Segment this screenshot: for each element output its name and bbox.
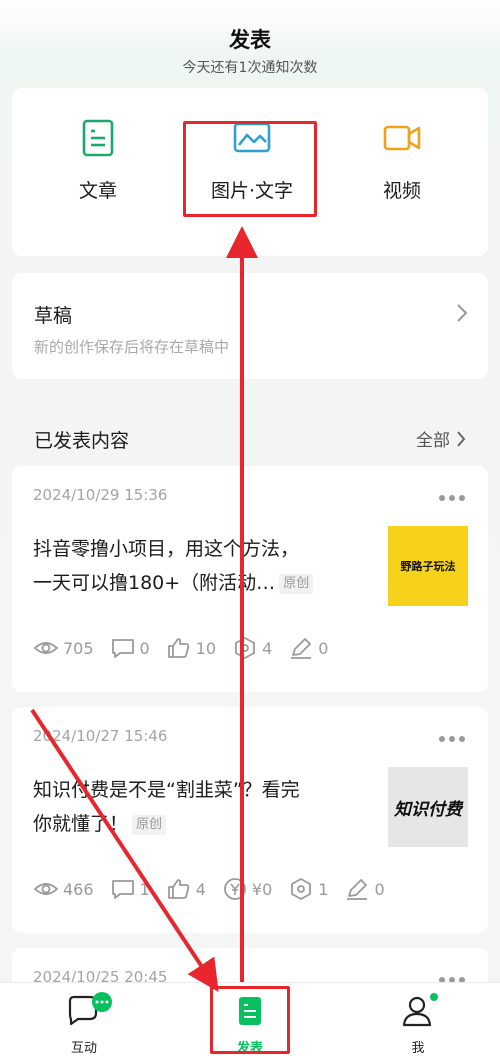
share-icon	[291, 877, 312, 901]
comments-stat: 0	[110, 636, 150, 660]
likes-count: 10	[195, 638, 217, 658]
publish-article-label: 文章	[78, 180, 117, 202]
nav-item-me[interactable]: 我	[378, 991, 458, 1056]
post-title: 抖音零撸小项目，用这个方法， 一天可以撸180+（附活动… 原创	[33, 532, 368, 600]
views-stat: 705	[33, 636, 94, 660]
post-title-line1: 知识付费是不是“割韭菜”？看完	[33, 779, 300, 801]
edits-count: 0	[318, 638, 329, 658]
comment-icon	[111, 880, 134, 899]
post-thumbnail: 知识付费	[388, 767, 468, 847]
chat-icon	[68, 992, 112, 1026]
views-stat: 466	[33, 877, 94, 901]
post-card[interactable]: 2024/10/29 15:36 抖音零撸小项目，用这个方法， 一天可以撸180…	[12, 466, 488, 692]
comments-count: 1	[139, 879, 150, 899]
post-date: 2024/10/29 15:36	[33, 486, 168, 504]
drafts-card[interactable]: 草稿 新的创作保存后将存在草稿中	[12, 273, 488, 379]
chevron-right-icon	[457, 430, 466, 447]
post-date: 2024/10/27 15:46	[33, 727, 168, 745]
comments-stat: 1	[110, 877, 150, 901]
user-icon	[402, 993, 438, 1027]
likes-stat: 4	[166, 877, 206, 901]
edits-count: 0	[374, 879, 385, 899]
nav-interaction-label: 互动	[70, 1041, 97, 1056]
thumbnail-text: 知识付费	[394, 799, 462, 820]
thumbs-up-icon	[167, 879, 189, 899]
chevron-right-icon	[457, 304, 468, 322]
income-amount: ¥0	[251, 879, 273, 899]
publish-article-button[interactable]: 文章	[38, 118, 158, 203]
thumbs-up-icon	[167, 638, 189, 658]
post-card[interactable]: 2024/10/27 15:46 知识付费是不是“割韭菜”？看完 你就懂了！ 原创…	[12, 707, 488, 933]
post-stats: 466 1 4 ¥0 1 0	[33, 877, 401, 901]
view-all-link[interactable]: 全部	[416, 426, 466, 451]
yen-icon	[224, 878, 246, 900]
video-icon	[383, 125, 421, 151]
highlight-box-nav-publish	[210, 986, 290, 1054]
nav-item-interaction[interactable]: 互动	[44, 991, 124, 1056]
post-title-line2: 一天可以撸180+（附活动…	[33, 572, 276, 594]
shares-count: 1	[318, 879, 329, 899]
share-icon	[235, 636, 255, 660]
published-section-title: 已发表内容	[34, 430, 130, 452]
publish-video-label: 视频	[382, 180, 421, 202]
page-subtitle: 今天还有1次通知次数	[182, 60, 318, 76]
pencil-icon	[347, 879, 368, 900]
comment-icon	[111, 639, 134, 658]
original-badge: 原创	[132, 814, 167, 835]
page-title: 发表	[229, 28, 271, 52]
post-title-line1: 抖音零撸小项目，用这个方法，	[33, 538, 300, 560]
original-badge: 原创	[279, 573, 314, 594]
shares-stat: 1	[288, 877, 328, 901]
page-header: 发表 今天还有1次通知次数	[0, 0, 500, 88]
thumbnail-text: 野路子玩法	[400, 560, 456, 573]
edits-stat: 0	[344, 877, 385, 901]
pencil-icon	[291, 638, 312, 659]
views-count: 705	[63, 638, 94, 658]
view-all-label: 全部	[416, 431, 450, 451]
drafts-title: 草稿	[34, 305, 73, 327]
drafts-description: 新的创作保存后将存在草稿中	[34, 338, 230, 356]
more-options-icon[interactable]	[438, 735, 466, 743]
comments-count: 0	[139, 638, 150, 658]
post-thumbnail: 野路子玩法	[388, 526, 468, 606]
publish-video-button[interactable]: 视频	[342, 118, 462, 203]
highlight-box-image-text	[183, 121, 317, 217]
eye-icon	[33, 883, 59, 895]
eye-icon	[33, 642, 59, 654]
shares-stat: 4	[232, 636, 272, 660]
nav-me-label: 我	[411, 1041, 425, 1056]
income-stat: ¥0	[222, 877, 272, 901]
post-title: 知识付费是不是“割韭菜”？看完 你就懂了！ 原创	[33, 773, 368, 841]
likes-count: 4	[195, 879, 206, 899]
views-count: 466	[63, 879, 94, 899]
post-stats: 705 0 10 4 0	[33, 636, 344, 660]
edits-stat: 0	[288, 636, 328, 660]
article-icon	[82, 119, 114, 157]
more-options-icon[interactable]	[438, 494, 466, 502]
shares-count: 4	[262, 638, 273, 658]
post-title-line2: 你就懂了！	[33, 813, 129, 835]
likes-stat: 10	[166, 636, 216, 660]
